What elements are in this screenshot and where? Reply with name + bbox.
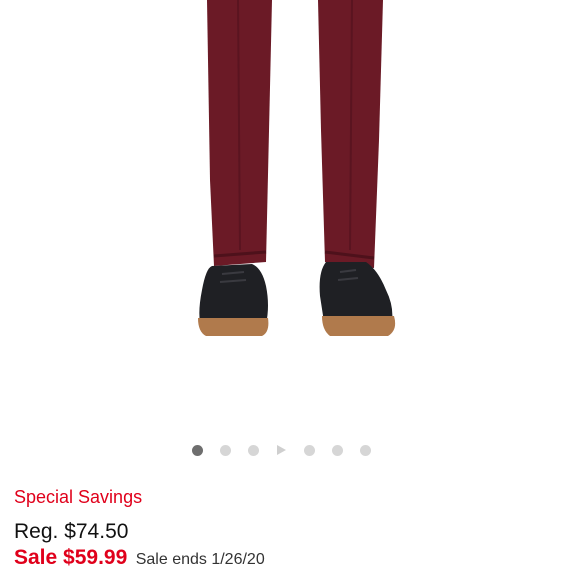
carousel-dot-1[interactable] [192,445,203,456]
carousel-dot-7[interactable] [360,445,371,456]
promo-label: Special Savings [14,487,143,507]
carousel-dot-2[interactable] [220,445,231,456]
sale-end-date: Sale ends 1/26/20 [135,551,265,568]
carousel-dot-6[interactable] [332,445,343,456]
carousel-dot-3[interactable] [248,445,259,456]
regular-price: Reg. $74.50 [14,520,129,543]
product-page: Special Savings Reg. $74.50 Sale $59.99 … [0,0,580,580]
sale-row: Sale $59.99 Sale ends 1/26/20 [14,546,265,570]
sale-price: Sale $59.99 [14,546,128,569]
carousel-video-play-icon[interactable] [277,445,286,455]
carousel-dot-5[interactable] [304,445,315,456]
product-image[interactable] [0,0,580,430]
image-carousel-indicator [0,444,580,458]
